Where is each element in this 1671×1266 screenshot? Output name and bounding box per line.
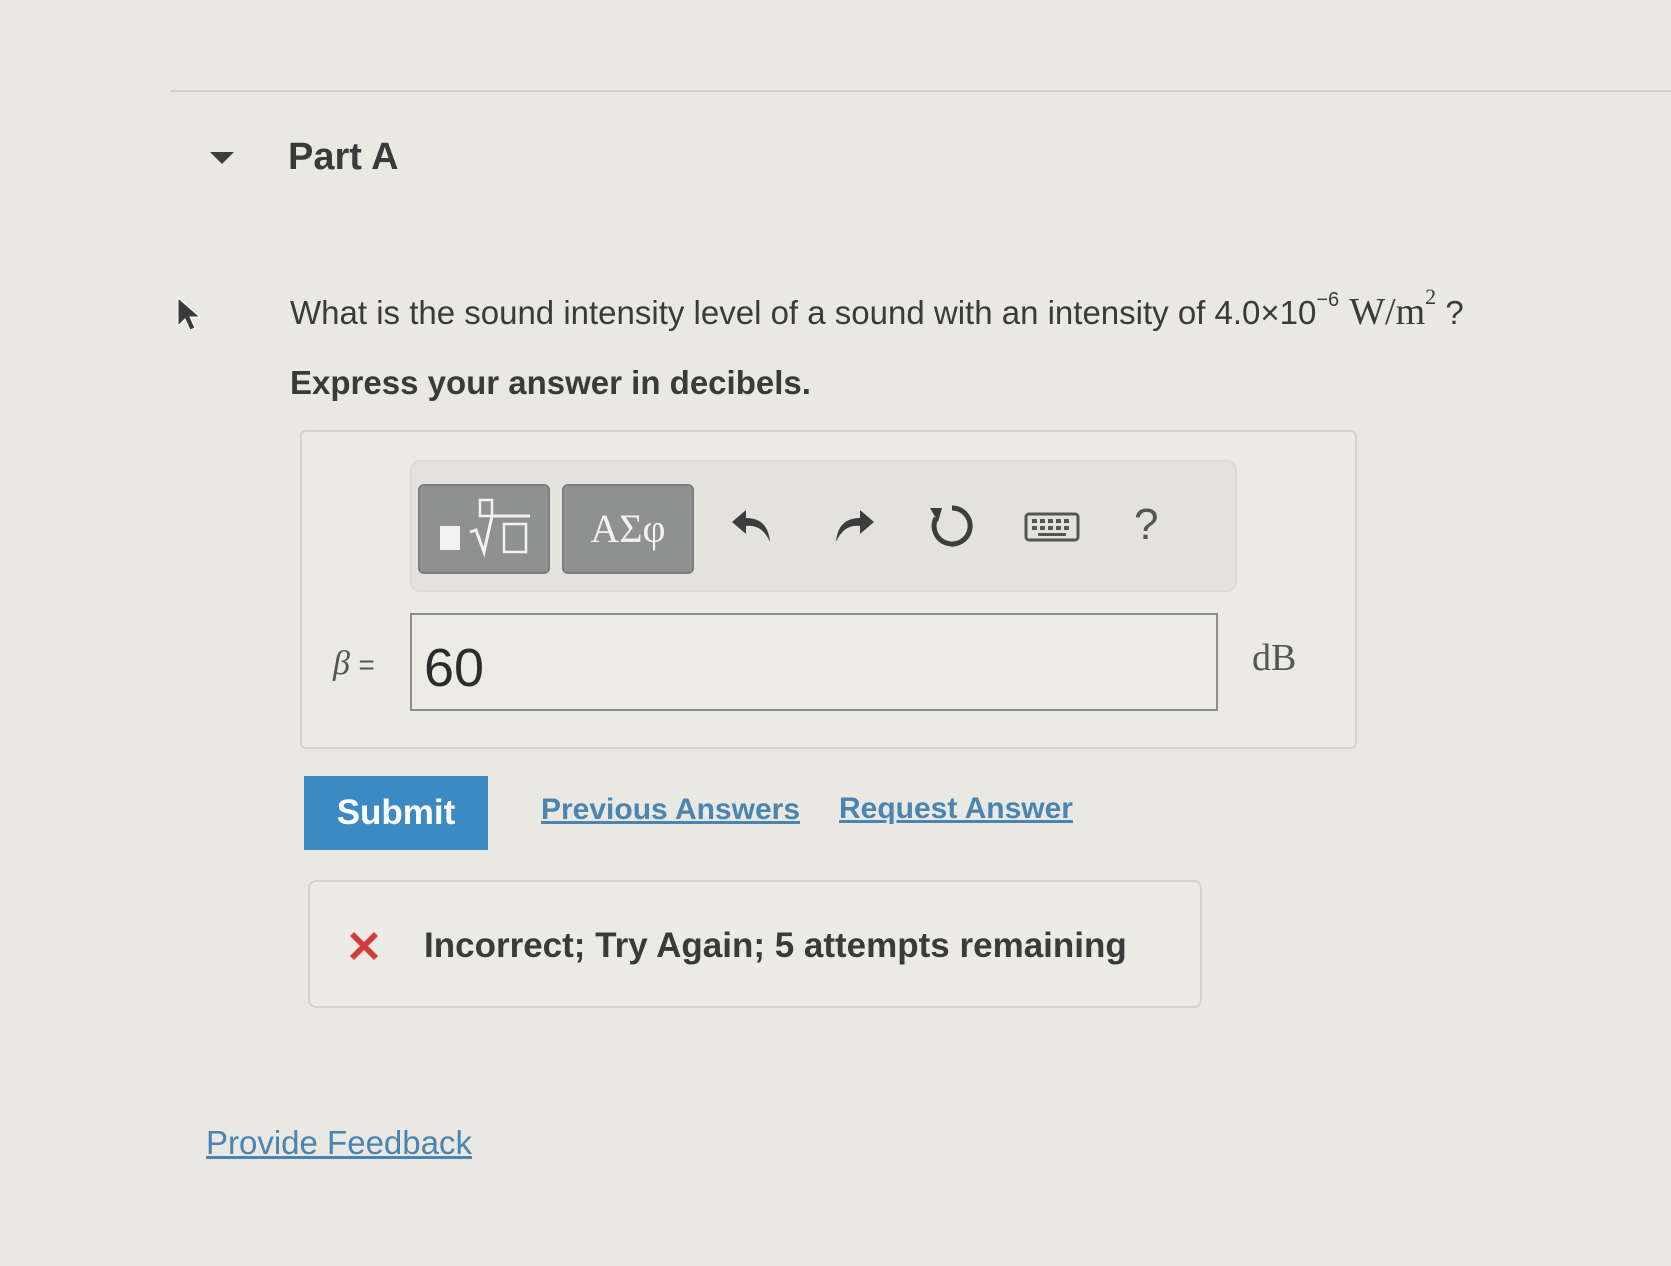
x-mark-icon — [350, 932, 378, 960]
answer-unit: dB — [1252, 637, 1297, 679]
reset-icon[interactable] — [922, 496, 982, 556]
templates-button[interactable] — [418, 484, 550, 574]
help-button[interactable]: ? — [1134, 500, 1158, 550]
question-prompt: What is the sound intensity level of a s… — [290, 294, 1215, 331]
keyboard-icon[interactable] — [1022, 496, 1082, 556]
mouse-pointer-icon — [177, 296, 202, 331]
answer-input[interactable]: 60 — [410, 613, 1218, 711]
symbols-button[interactable]: ΑΣφ — [562, 484, 694, 574]
question-text: What is the sound intensity level of a s… — [290, 284, 1464, 334]
feedback-message: Incorrect; Try Again; 5 attempts remaini… — [424, 926, 1127, 965]
collapse-caret-icon[interactable] — [210, 152, 234, 164]
provide-feedback-link[interactable]: Provide Feedback — [206, 1124, 472, 1162]
question-end: ? — [1436, 294, 1464, 331]
previous-answers-link[interactable]: Previous Answers — [541, 793, 800, 827]
answer-instruction: Express your answer in decibels. — [290, 364, 811, 401]
answer-variable: β = — [333, 645, 375, 682]
submit-button[interactable]: Submit — [304, 776, 488, 850]
part-title: Part A — [288, 136, 399, 178]
request-answer-link[interactable]: Request Answer — [839, 792, 1073, 826]
redo-icon[interactable] — [822, 496, 882, 556]
intensity-unit: W/m2 — [1349, 284, 1437, 333]
top-divider — [170, 90, 1671, 92]
templates-sqrt-icon — [440, 498, 530, 558]
intensity-value: 4.0×10−6 — [1214, 289, 1340, 331]
undo-icon[interactable] — [724, 496, 784, 556]
